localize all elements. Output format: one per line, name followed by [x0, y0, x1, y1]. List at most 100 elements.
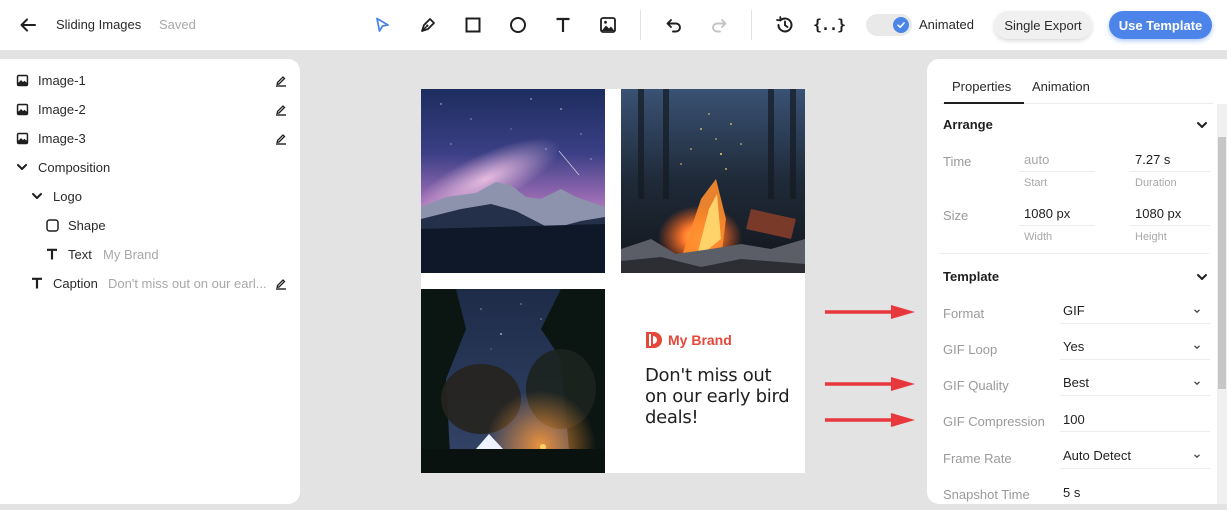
input-underline — [1060, 395, 1210, 396]
chevron-down-icon[interactable] — [15, 160, 29, 174]
annotation-arrow — [825, 413, 915, 427]
duration-input[interactable]: 7.27 s — [1135, 152, 1170, 167]
properties-panel: Properties Animation Arrange Time auto S… — [927, 59, 1227, 504]
layer-logo[interactable]: Logo — [0, 182, 300, 210]
input-underline — [1019, 171, 1095, 172]
image-icon — [15, 73, 29, 87]
format-select[interactable]: GIF — [1063, 303, 1085, 318]
layer-composition[interactable]: Composition — [0, 153, 300, 181]
rectangle-tool-button[interactable] — [461, 13, 485, 37]
height-input[interactable]: 1080 px — [1135, 206, 1181, 221]
design-canvas[interactable]: My Brand Don't miss out on our early bir… — [421, 89, 805, 473]
brand-name: My Brand — [668, 332, 732, 348]
tab-properties[interactable]: Properties — [952, 79, 1011, 94]
layer-label: Text — [68, 246, 92, 262]
save-status: Saved — [159, 17, 196, 32]
input-underline — [1060, 431, 1210, 432]
width-caption: Width — [1024, 231, 1053, 243]
cursor-arrow-icon — [376, 17, 389, 32]
edit-icon[interactable] — [274, 73, 288, 87]
edit-icon[interactable] — [274, 102, 288, 116]
duration-caption: Duration — [1135, 177, 1177, 189]
redo-icon — [712, 19, 727, 33]
scrollbar-thumb[interactable] — [1218, 137, 1226, 389]
chevron-down-icon[interactable] — [1192, 451, 1202, 461]
undo-button[interactable] — [662, 13, 686, 37]
template-section-title[interactable]: Template — [943, 269, 999, 284]
text-icon — [45, 247, 59, 261]
properties-tabs: Properties Animation — [941, 59, 1213, 104]
redo-button[interactable] — [707, 13, 731, 37]
layer-image-1[interactable]: Image-1 — [0, 66, 300, 94]
width-input[interactable]: 1080 px — [1024, 206, 1070, 221]
input-underline — [1060, 323, 1210, 324]
layer-label: Image-3 — [38, 130, 86, 146]
brand-logo[interactable]: My Brand — [645, 331, 732, 349]
circle-icon — [510, 17, 526, 33]
arrange-section-title[interactable]: Arrange — [943, 117, 993, 132]
chevron-down-icon[interactable] — [1192, 378, 1202, 388]
layer-preview-text: Don't miss out on our earl... — [108, 275, 267, 291]
layer-label: Shape — [68, 217, 106, 233]
back-button[interactable] — [18, 14, 38, 36]
section-divider — [939, 253, 1209, 254]
chevron-down-icon[interactable] — [30, 189, 44, 203]
document-title[interactable]: Sliding Images — [56, 17, 141, 32]
tab-animation[interactable]: Animation — [1032, 79, 1090, 94]
edit-icon[interactable] — [274, 131, 288, 145]
chevron-down-icon[interactable] — [1195, 270, 1209, 284]
input-underline — [1130, 171, 1210, 172]
square-icon — [45, 218, 59, 232]
brand-logo-icon — [646, 332, 662, 348]
select-tool-button[interactable] — [370, 13, 394, 37]
layer-shape[interactable]: Shape — [0, 211, 300, 239]
image-icon — [15, 102, 29, 116]
layer-label: Composition — [38, 159, 111, 175]
input-underline — [1060, 468, 1210, 469]
layer-label: Caption — [53, 275, 98, 291]
check-icon — [897, 22, 905, 28]
gif-quality-label: GIF Quality — [943, 378, 1009, 393]
braces-icon: {..} — [812, 16, 846, 34]
canvas-caption[interactable]: Don't miss out on our early bird deals! — [645, 365, 795, 428]
variables-button[interactable]: {..} — [812, 13, 846, 37]
frame-rate-select[interactable]: Auto Detect — [1063, 448, 1131, 463]
layers-panel: Image-1 Image-2 Image-3 Composition Logo… — [0, 59, 300, 504]
annotation-arrow — [825, 377, 915, 391]
canvas-image-2[interactable] — [621, 89, 805, 273]
animated-toggle[interactable] — [866, 14, 912, 36]
history-button[interactable] — [773, 13, 797, 37]
height-caption: Height — [1135, 231, 1167, 243]
layer-caption[interactable]: Caption Don't miss out on our earl... — [0, 269, 300, 297]
ellipse-tool-button[interactable] — [506, 13, 530, 37]
chevron-down-icon[interactable] — [1192, 306, 1202, 316]
chevron-down-icon[interactable] — [1192, 342, 1202, 352]
image-icon — [15, 131, 29, 145]
gif-quality-select[interactable]: Best — [1063, 375, 1089, 390]
image-icon — [600, 17, 616, 33]
canvas-image-1[interactable] — [421, 89, 605, 273]
canvas-image-3[interactable] — [421, 289, 605, 473]
format-label: Format — [943, 306, 985, 321]
chevron-down-icon[interactable] — [1195, 118, 1209, 132]
pen-tool-button[interactable] — [416, 13, 440, 37]
layer-image-2[interactable]: Image-2 — [0, 95, 300, 123]
snapshot-time-input[interactable]: 5 s — [1063, 485, 1080, 500]
input-underline — [1019, 225, 1095, 226]
text-tool-button[interactable] — [551, 13, 575, 37]
image-tool-button[interactable] — [596, 13, 620, 37]
gif-loop-label: GIF Loop — [943, 342, 998, 357]
use-template-button[interactable]: Use Template — [1109, 11, 1212, 39]
text-icon — [556, 17, 570, 32]
layer-image-3[interactable]: Image-3 — [0, 124, 300, 152]
layer-text[interactable]: Text My Brand — [0, 240, 300, 268]
edit-icon[interactable] — [274, 276, 288, 290]
time-label: Time — [943, 154, 972, 169]
undo-icon — [666, 19, 681, 33]
gif-compression-input[interactable]: 100 — [1063, 412, 1085, 427]
input-underline — [1130, 225, 1210, 226]
gif-loop-select[interactable]: Yes — [1063, 339, 1084, 354]
gif-compression-label: GIF Compression — [943, 414, 1045, 429]
start-time-input[interactable]: auto — [1024, 152, 1049, 167]
single-export-button[interactable]: Single Export — [994, 11, 1092, 39]
